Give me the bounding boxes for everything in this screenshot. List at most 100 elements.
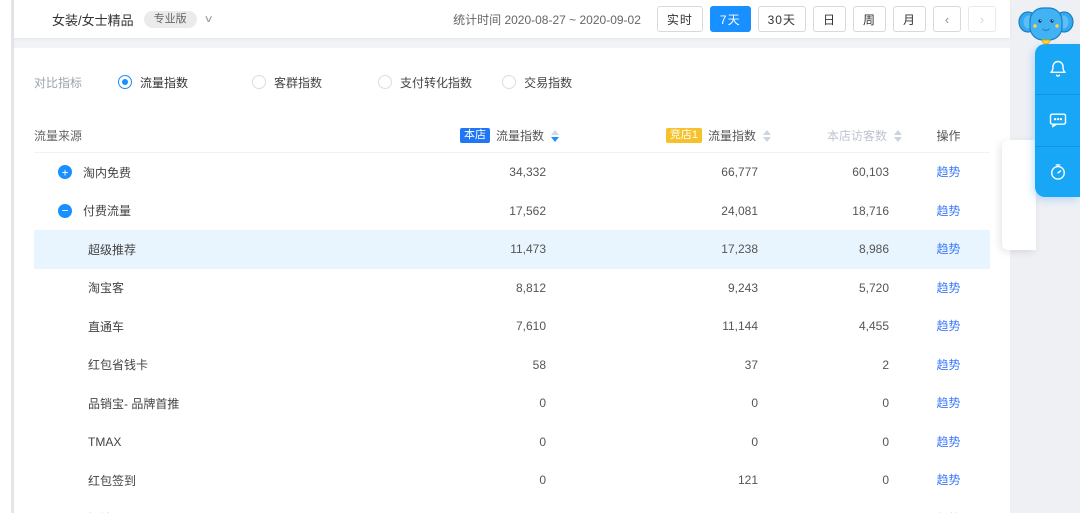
trend-link[interactable]: 趋势 (936, 204, 960, 218)
time-range-button[interactable]: 月 (892, 6, 926, 32)
competitor-index-cell: 0 (751, 434, 758, 449)
column-header-label: 流量指数 (707, 129, 756, 143)
table-row[interactable]: 品销宝- 品牌首推 0 0 0 趋势 (34, 384, 990, 423)
action-cell: 趋势 (907, 240, 990, 258)
trend-link[interactable]: 趋势 (936, 358, 960, 372)
table-row[interactable]: 智钻000趋势 (34, 500, 990, 513)
column-header-label: 流量指数 (495, 129, 544, 143)
radio-icon[interactable] (502, 75, 517, 89)
time-range-button[interactable]: 周 (852, 6, 886, 32)
indicator-radio-3[interactable]: 支付转化指数 (378, 74, 472, 91)
row-label: 付费流量 (83, 204, 132, 219)
table-row[interactable]: − 付费流量 17,562 24,081 18,716 趋势 (34, 192, 990, 231)
trend-link[interactable]: 趋势 (936, 435, 960, 449)
message-icon[interactable] (1035, 94, 1080, 145)
table-row[interactable]: + 淘内免费 34,332 66,777 60,103 趋势 (34, 153, 990, 192)
competitor-index-cell: 66,777 (721, 165, 758, 180)
trend-link[interactable]: 趋势 (936, 165, 960, 179)
time-range-button[interactable]: 日 (812, 6, 846, 32)
bell-icon[interactable] (1035, 44, 1080, 94)
own-visitors-cell: 0 (882, 434, 889, 449)
own-index-cell: 17,562 (509, 203, 546, 218)
sort-icon[interactable] (889, 129, 907, 142)
competitor-index-cell: 11,144 (722, 319, 758, 334)
trend-link[interactable]: 趋势 (936, 281, 960, 295)
row-name-cell: 品销宝- 品牌首推 (34, 395, 354, 412)
trend-link[interactable]: 趋势 (936, 473, 960, 487)
time-range-button[interactable]: 实时 (656, 6, 703, 32)
action-cell: 趋势 (907, 202, 990, 220)
radio-icon[interactable] (378, 75, 393, 89)
competitor-index-cell: 24,081 (721, 203, 758, 218)
indicator-radio-1[interactable]: 流量指数 (118, 74, 188, 91)
quick-action-panel (1035, 44, 1080, 197)
table-row[interactable]: 红包省钱卡 58 37 2 趋势 (34, 346, 990, 385)
own-visitors-cell: 18,716 (852, 203, 889, 218)
row-label: 红包签到 (88, 473, 137, 488)
next-period-button[interactable]: › (968, 6, 996, 32)
row-label: 直通车 (88, 319, 125, 334)
indicator-radio-4[interactable]: 交易指数 (502, 74, 572, 91)
indicator-radio-2[interactable]: 客群指数 (252, 74, 322, 91)
time-range-button[interactable]: 30天 (757, 6, 806, 32)
column-header-own-index[interactable]: 本店 流量指数 (354, 127, 564, 144)
indicator-radio-group: 流量指数 客群指数 支付转化指数 交易指数 (118, 74, 572, 91)
row-name-cell: 淘宝客 (34, 279, 354, 296)
own-index-cell: 0 (539, 396, 546, 411)
competitor-index-cell: 121 (737, 473, 758, 488)
collapsed-side-tab[interactable] (1002, 140, 1036, 250)
left-gutter (0, 0, 11, 513)
action-cell: 趋势 (907, 394, 990, 412)
own-visitors-cell: 4,455 (858, 319, 889, 334)
timer-icon[interactable] (1035, 145, 1080, 197)
collapse-icon[interactable]: − (58, 203, 72, 218)
own-visitors-cell: 60,103 (852, 165, 889, 180)
own-visitors-cell: 2 (882, 357, 889, 372)
competitor-index-cell: 0 (751, 396, 758, 411)
action-cell: 趋势 (907, 356, 990, 374)
top-toolbar: 女装/女士精品 专业版 ∨ 统计时间 2020-08-27 ~ 2020-09-… (14, 0, 1010, 39)
time-range-button-group: 实时 7天 30天日周月 ‹ › (656, 6, 996, 32)
table-row[interactable]: TMAX 0 0 0 趋势 (34, 423, 990, 462)
trend-link[interactable]: 趋势 (936, 242, 960, 256)
expand-icon[interactable]: + (58, 165, 72, 180)
competitor-index-cell: 17,238 (721, 242, 758, 257)
trend-link[interactable]: 趋势 (936, 319, 960, 333)
table-row[interactable]: 淘宝客 8,812 9,243 5,720 趋势 (34, 269, 990, 308)
prev-period-button[interactable]: ‹ (933, 6, 961, 32)
chevron-down-icon[interactable]: ∨ (203, 14, 213, 25)
mascot-elephant[interactable] (1018, 2, 1074, 48)
column-header-action: 操作 (936, 129, 961, 143)
column-header-source[interactable]: 流量来源 (34, 127, 354, 144)
table-row[interactable]: 超级推荐 11,473 17,238 8,986 趋势 (34, 230, 990, 269)
radio-selected-icon[interactable] (118, 75, 133, 89)
table-header: 流量来源 本店 流量指数 竞店1 流量指数 本店访客数 操作 (34, 119, 990, 153)
own-index-cell: 58 (532, 357, 546, 372)
trend-link[interactable]: 趋势 (936, 396, 960, 410)
own-index-cell: 7,610 (515, 319, 546, 334)
radio-label: 交易指数 (524, 75, 573, 90)
row-name-cell: TMAX (34, 435, 354, 449)
row-name-cell: 超级推荐 (34, 241, 354, 258)
action-cell: 趋势 (907, 317, 990, 335)
competitor-index-cell: 37 (744, 357, 758, 372)
sort-icon[interactable] (758, 129, 776, 142)
time-range-button[interactable]: 7天 (709, 6, 751, 32)
own-index-cell: 0 (539, 473, 546, 488)
action-cell: 趋势 (907, 163, 990, 181)
row-label: 淘内免费 (83, 165, 132, 180)
table-row[interactable]: 直通车 7,610 11,144 4,455 趋势 (34, 307, 990, 346)
own-visitors-cell: 0 (882, 473, 889, 488)
action-cell: 趋势 (907, 433, 990, 451)
row-name-cell: 红包省钱卡 (34, 356, 354, 373)
sort-icon[interactable] (546, 129, 564, 142)
action-cell: 趋势 (907, 471, 990, 489)
row-name-cell: 直通车 (34, 318, 354, 335)
row-label: 红包省钱卡 (88, 358, 149, 373)
radio-icon[interactable] (252, 75, 267, 89)
column-header-own-visitors[interactable]: 本店访客数 (776, 127, 907, 144)
row-label: 品销宝- 品牌首推 (88, 396, 180, 411)
column-header-competitor-index[interactable]: 竞店1 流量指数 (564, 127, 776, 144)
table-row[interactable]: 红包签到 0 121 0 趋势 (34, 461, 990, 500)
own-index-cell: 0 (539, 434, 546, 449)
